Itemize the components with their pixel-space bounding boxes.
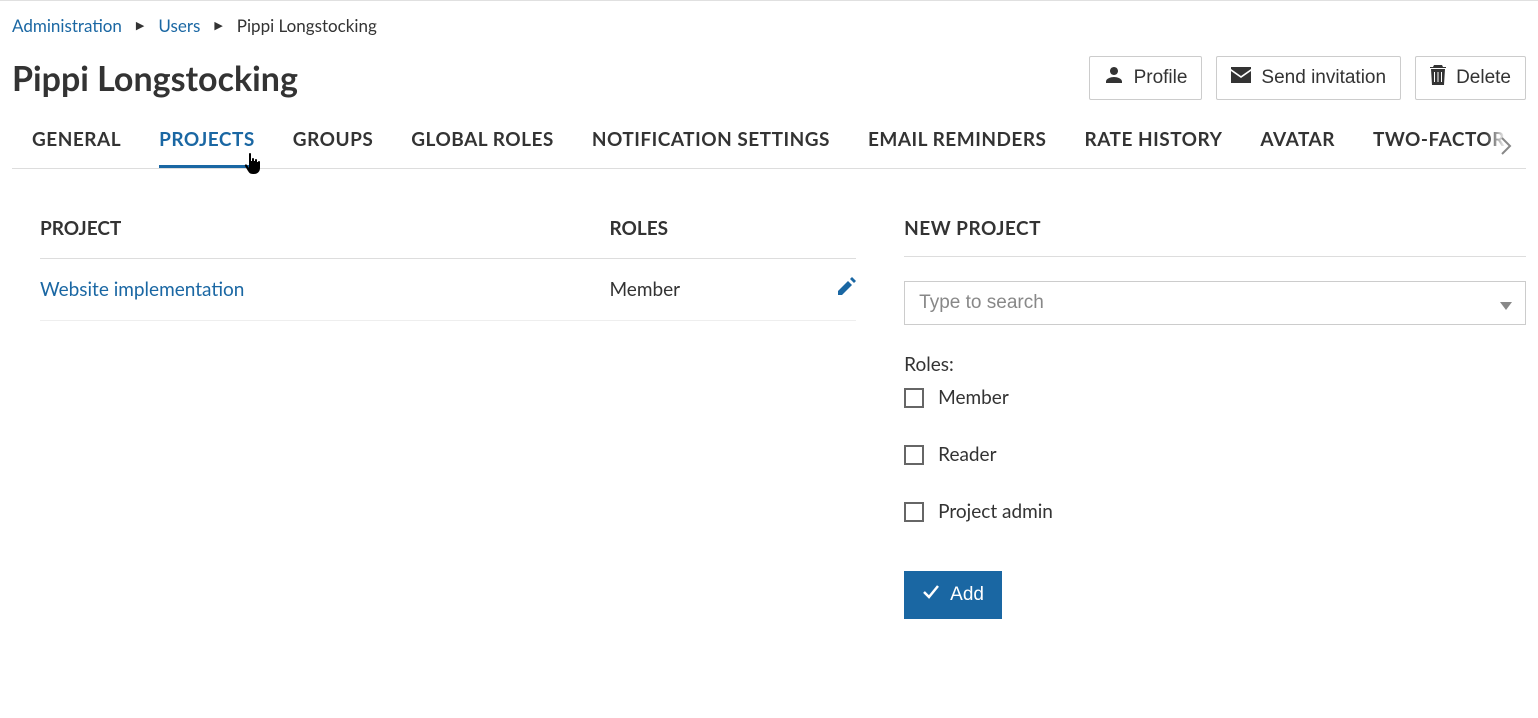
role-checkbox-member[interactable]: Member (904, 386, 1526, 409)
projects-table: PROJECT ROLES Website implementation Mem… (40, 207, 856, 321)
checkbox-input[interactable] (904, 445, 924, 465)
tab-avatar[interactable]: AVATAR (1260, 128, 1335, 168)
roles-checkbox-list: Member Reader Project admin (904, 386, 1526, 523)
send-invitation-label: Send invitation (1261, 67, 1386, 89)
checkbox-input[interactable] (904, 502, 924, 522)
chevron-right-icon (1500, 136, 1512, 160)
chevron-right-icon: ▶ (214, 19, 222, 32)
new-project-panel: NEW PROJECT Roles: Member Reader (904, 207, 1526, 619)
tabs-container: GENERAL PROJECTS GROUPS GLOBAL ROLES NOT… (12, 128, 1526, 169)
check-icon (922, 583, 940, 607)
tabs-scroll-right-button[interactable] (1486, 128, 1526, 167)
trash-icon (1430, 65, 1446, 91)
checkbox-input[interactable] (904, 388, 924, 408)
checkbox-label: Member (938, 386, 1009, 409)
breadcrumb-users[interactable]: Users (158, 15, 200, 36)
breadcrumb: Administration ▶ Users ▶ Pippi Longstock… (12, 1, 1526, 44)
roles-label: Roles: (904, 353, 1526, 376)
tab-rate-history[interactable]: RATE HISTORY (1084, 128, 1222, 168)
breadcrumb-administration[interactable]: Administration (12, 15, 122, 36)
role-checkbox-project-admin[interactable]: Project admin (904, 500, 1526, 523)
column-header-project: PROJECT (40, 207, 609, 259)
user-icon (1104, 65, 1124, 91)
header-actions: Profile Send invitation Delete (1089, 56, 1526, 100)
checkbox-label: Project admin (938, 500, 1053, 523)
breadcrumb-current: Pippi Longstocking (237, 15, 377, 36)
tab-email-reminders[interactable]: EMAIL REMINDERS (868, 128, 1047, 168)
project-search-select[interactable] (904, 281, 1526, 325)
tab-projects[interactable]: PROJECTS (159, 128, 255, 168)
table-row: Website implementation Member (40, 259, 856, 321)
delete-button-label: Delete (1456, 67, 1511, 89)
page-header: Pippi Longstocking Profile Send invitati… (12, 44, 1526, 128)
page-title: Pippi Longstocking (12, 58, 298, 99)
new-project-title: NEW PROJECT (904, 207, 1526, 257)
checkbox-label: Reader (938, 443, 996, 466)
project-search-input[interactable] (904, 281, 1526, 325)
project-link[interactable]: Website implementation (40, 278, 244, 301)
chevron-right-icon: ▶ (136, 19, 144, 32)
send-invitation-button[interactable]: Send invitation (1216, 56, 1401, 100)
mail-icon (1231, 67, 1251, 89)
add-button-label: Add (950, 584, 984, 606)
tab-notification-settings[interactable]: NOTIFICATION SETTINGS (592, 128, 830, 168)
tabs: GENERAL PROJECTS GROUPS GLOBAL ROLES NOT… (12, 128, 1526, 168)
delete-button[interactable]: Delete (1415, 56, 1526, 100)
projects-list-panel: PROJECT ROLES Website implementation Mem… (12, 207, 856, 619)
edit-icon[interactable] (836, 279, 856, 302)
tab-global-roles[interactable]: GLOBAL ROLES (411, 128, 554, 168)
column-header-roles: ROLES (609, 207, 806, 259)
project-role-cell: Member (609, 259, 806, 321)
tab-groups[interactable]: GROUPS (293, 128, 373, 168)
role-checkbox-reader[interactable]: Reader (904, 443, 1526, 466)
profile-button[interactable]: Profile (1089, 56, 1203, 100)
main-content: PROJECT ROLES Website implementation Mem… (12, 169, 1526, 619)
profile-button-label: Profile (1134, 67, 1188, 89)
tab-general[interactable]: GENERAL (32, 128, 121, 168)
add-button[interactable]: Add (904, 571, 1002, 619)
